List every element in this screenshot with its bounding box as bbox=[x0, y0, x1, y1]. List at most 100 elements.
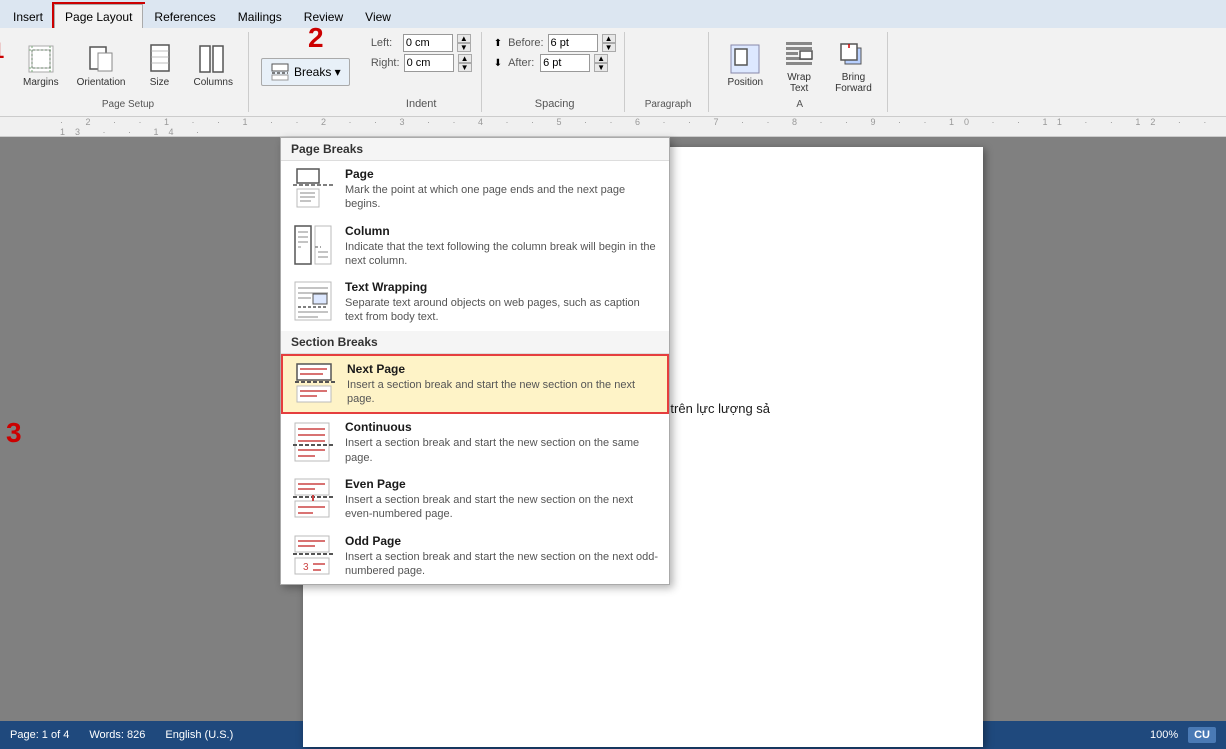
menu-item-even-page[interactable]: Even Page Insert a section break and sta… bbox=[281, 471, 669, 528]
bring-forward-label: Bring Forward bbox=[835, 72, 872, 94]
menu-item-page[interactable]: Page Mark the point at which one page en… bbox=[281, 161, 669, 218]
odd-page-item-text: Odd Page Insert a section break and star… bbox=[345, 534, 659, 579]
odd-page-break-icon: 3 bbox=[291, 534, 335, 578]
wrap-text-button[interactable]: Wrap Text bbox=[776, 35, 822, 97]
spacing-after-label: After: bbox=[508, 57, 536, 69]
odd-page-item-desc: Insert a section break and start the new… bbox=[345, 550, 659, 579]
section-breaks-section-title: Section Breaks bbox=[281, 331, 669, 354]
even-page-item-text: Even Page Insert a section break and sta… bbox=[345, 477, 659, 522]
indent-left-label: Left: bbox=[371, 37, 399, 49]
arrange-group-label: A bbox=[796, 97, 803, 110]
menu-item-next-page[interactable]: Next Page Insert a section break and sta… bbox=[281, 354, 669, 415]
indent-right-input[interactable] bbox=[404, 54, 454, 72]
cu-badge: CU bbox=[1188, 727, 1216, 743]
group-arrange: Position Wrap Text bbox=[713, 32, 888, 112]
tab-insert[interactable]: Insert bbox=[2, 4, 54, 28]
page-setup-group-label: Page Setup bbox=[102, 97, 154, 110]
menu-item-odd-page[interactable]: 3 Odd Page Insert a section break and st… bbox=[281, 528, 669, 585]
continuous-item-title: Continuous bbox=[345, 420, 659, 434]
breaks-icon bbox=[270, 62, 290, 82]
badge-three: 3 bbox=[6, 417, 22, 449]
next-page-item-text: Next Page Insert a section break and sta… bbox=[347, 362, 657, 407]
next-page-item-title: Next Page bbox=[347, 362, 657, 376]
indent-left-down[interactable]: ▼ bbox=[457, 43, 471, 52]
spacing-before-input[interactable] bbox=[548, 34, 598, 52]
group-paragraph: Paragraph bbox=[629, 32, 709, 112]
spacing-before-up[interactable]: ▲ bbox=[602, 34, 616, 43]
indent-left-row: Left: ▲ ▼ bbox=[371, 34, 471, 52]
size-button[interactable]: Size bbox=[137, 40, 183, 91]
indent-left-up[interactable]: ▲ bbox=[457, 34, 471, 43]
continuous-item-desc: Insert a section break and start the new… bbox=[345, 436, 659, 465]
position-label: Position bbox=[728, 77, 764, 88]
indent-right-down[interactable]: ▼ bbox=[458, 63, 472, 72]
status-zoom: 100% bbox=[1150, 729, 1178, 741]
ruler: · 2 · · 1 · · 1 · · 2 · · 3 · · 4 · · 5 … bbox=[0, 117, 1226, 137]
bring-forward-icon bbox=[837, 38, 869, 70]
indent-left-spinner[interactable]: ▲ ▼ bbox=[457, 34, 471, 52]
spacing-before-label: Before: bbox=[508, 37, 543, 49]
status-lang: English (U.S.) bbox=[165, 729, 233, 741]
spacing-before-row: ⬆ Before: ▲ ▼ bbox=[494, 34, 616, 52]
spacing-after-input[interactable] bbox=[540, 54, 590, 72]
spacing-before-down[interactable]: ▼ bbox=[602, 43, 616, 52]
group-indent: Left: ▲ ▼ Right: ▲ ▼ Indent bbox=[362, 32, 482, 112]
column-item-desc: Indicate that the text following the col… bbox=[345, 240, 659, 269]
arrange-items: Position Wrap Text bbox=[721, 34, 879, 97]
even-page-item-title: Even Page bbox=[345, 477, 659, 491]
wrap-text-label: Wrap Text bbox=[787, 72, 811, 94]
spacing-after-down[interactable]: ▼ bbox=[594, 63, 608, 72]
bring-forward-button[interactable]: Bring Forward bbox=[828, 35, 879, 97]
margins-button[interactable]: Margins bbox=[16, 40, 66, 91]
main-area: 3 HẦN NỘI DUNG Ồ CHÍ MINH VỀ CHỦ NGHĨA X… bbox=[0, 137, 1226, 721]
page-item-desc: Mark the point at which one page ends an… bbox=[345, 183, 659, 212]
position-button[interactable]: Position bbox=[721, 40, 771, 91]
spacing-before-spinner[interactable]: ▲ ▼ bbox=[602, 34, 616, 52]
margins-label: Margins bbox=[23, 77, 59, 88]
wrap-text-icon bbox=[783, 38, 815, 70]
spacing-items: ⬆ Before: ▲ ▼ ⬇ After: ▲ ▼ bbox=[494, 34, 616, 94]
after-icon: ⬇ bbox=[494, 58, 502, 69]
group-spacing: ⬆ Before: ▲ ▼ ⬇ After: ▲ ▼ bbox=[486, 32, 625, 112]
status-words: Words: 826 bbox=[89, 729, 145, 741]
ribbon: Insert Page Layout References Mailings R… bbox=[0, 0, 1226, 117]
tab-mailings[interactable]: Mailings bbox=[227, 4, 293, 28]
badge-two: 2 bbox=[308, 22, 324, 54]
badge-one: 1 bbox=[0, 38, 4, 64]
spacing-group-label: Spacing bbox=[535, 96, 575, 110]
next-page-item-desc: Insert a section break and start the new… bbox=[347, 378, 657, 407]
orientation-button[interactable]: Orientation bbox=[70, 40, 133, 91]
continuous-item-text: Continuous Insert a section break and st… bbox=[345, 420, 659, 465]
menu-item-text-wrapping[interactable]: Text Wrapping Separate text around objec… bbox=[281, 274, 669, 331]
tab-page-layout[interactable]: Page Layout bbox=[54, 4, 143, 28]
indent-right-up[interactable]: ▲ bbox=[458, 54, 472, 63]
size-label: Size bbox=[150, 77, 169, 88]
column-item-title: Column bbox=[345, 224, 659, 238]
orientation-label: Orientation bbox=[77, 77, 126, 88]
page-breaks-section-title: Page Breaks bbox=[281, 138, 669, 161]
menu-item-column[interactable]: Column Indicate that the text following … bbox=[281, 218, 669, 275]
spacing-after-up[interactable]: ▲ bbox=[594, 54, 608, 63]
margins-icon bbox=[25, 43, 57, 75]
indent-left-input[interactable] bbox=[403, 34, 453, 52]
indent-right-spinner[interactable]: ▲ ▼ bbox=[458, 54, 472, 72]
columns-button[interactable]: Columns bbox=[187, 40, 240, 91]
tab-view[interactable]: View bbox=[354, 4, 402, 28]
page-setup-buttons: Margins Orientation bbox=[16, 34, 240, 97]
page-item-text: Page Mark the point at which one page en… bbox=[345, 167, 659, 212]
size-icon bbox=[144, 43, 176, 75]
breaks-label: Breaks ▾ bbox=[294, 65, 341, 79]
even-page-item-desc: Insert a section break and start the new… bbox=[345, 493, 659, 522]
page-break-icon bbox=[291, 167, 335, 211]
spacing-after-row: ⬇ After: ▲ ▼ bbox=[494, 54, 608, 72]
indent-group-label: Indent bbox=[406, 96, 437, 110]
menu-item-continuous[interactable]: Continuous Insert a section break and st… bbox=[281, 414, 669, 471]
spacing-after-spinner[interactable]: ▲ ▼ bbox=[594, 54, 608, 72]
group-page-setup: Margins Orientation bbox=[8, 32, 249, 112]
tab-references[interactable]: References bbox=[143, 4, 226, 28]
text-wrapping-item-text: Text Wrapping Separate text around objec… bbox=[345, 280, 659, 325]
breaks-button[interactable]: Breaks ▾ bbox=[261, 58, 350, 86]
columns-icon bbox=[197, 43, 229, 75]
status-right: 100% CU bbox=[1150, 727, 1216, 743]
continuous-break-icon bbox=[291, 421, 335, 465]
